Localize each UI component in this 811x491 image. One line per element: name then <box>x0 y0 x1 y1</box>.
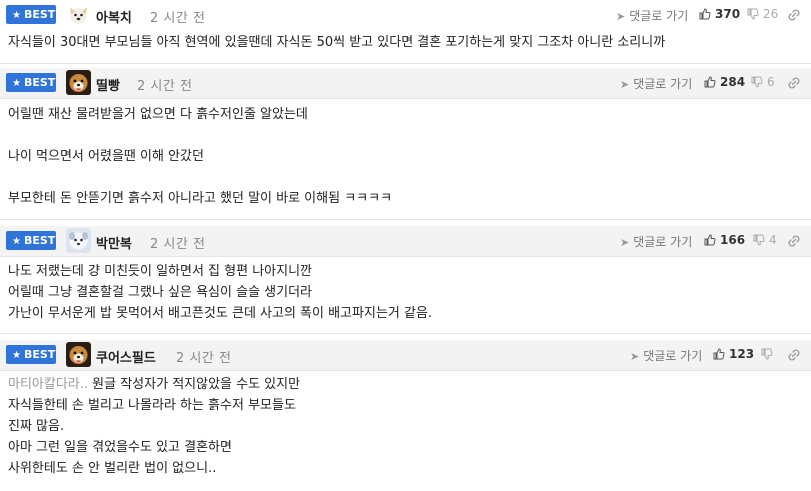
timestamp: 2 시간 전 <box>150 237 206 252</box>
timestamp: 2 시간 전 <box>150 11 206 26</box>
nickname[interactable]: 띨빵 <box>96 75 120 94</box>
link-icon[interactable] <box>787 8 801 22</box>
comment-header: ★ BEST 아복치 2 시간 전 ➤ 댓글로 가기 370 26 <box>0 0 811 30</box>
thumbs-up-icon <box>704 76 716 88</box>
dislike-button[interactable] <box>761 347 777 361</box>
comment-body: 자식들이 30대면 부모님들 아직 현역에 있을땐데 자식돈 50씩 받고 있다… <box>8 35 666 50</box>
comment-body: 마티아칼다라.. 원글 작성자가 적지않았을 수도 있지만 자식들한테 손 벌리… <box>8 374 300 479</box>
reply-link[interactable]: ➤ 댓글로 가기 <box>620 233 692 250</box>
send-arrow-icon: ➤ <box>630 350 640 363</box>
send-arrow-icon: ➤ <box>620 78 630 91</box>
like-button[interactable]: 166 <box>704 233 745 247</box>
star-icon: ★ <box>12 10 21 21</box>
comment-body: 나도 저랬는데 걍 미친듯이 일하면서 집 형편 나아지니깐 어릴때 그냥 결혼… <box>8 264 433 321</box>
like-button[interactable]: 370 <box>699 7 740 21</box>
nickname[interactable]: 아복치 <box>96 7 132 26</box>
comment-header: ★ BEST 쿠어스필드 2 시간 전 ➤ 댓글로 가기 123 <box>0 340 811 371</box>
timestamp: 2 시간 전 <box>176 351 232 366</box>
like-button[interactable]: 123 <box>713 347 754 361</box>
nickname[interactable]: 박만복 <box>96 233 132 252</box>
avatar[interactable] <box>66 342 91 367</box>
star-icon: ★ <box>12 350 21 361</box>
comment-line: 마티아칼다라.. 원글 작성자가 적지않았을 수도 있지만 <box>8 377 301 392</box>
best-badge: ★ BEST <box>6 231 56 250</box>
like-button[interactable]: 284 <box>704 75 745 89</box>
dislike-button[interactable]: 26 <box>747 7 778 21</box>
best-badge: ★ BEST <box>6 73 56 92</box>
link-icon[interactable] <box>787 234 801 248</box>
dislike-button[interactable]: 6 <box>751 75 775 89</box>
thumbs-down-icon <box>753 234 765 246</box>
comment-header: ★ BEST 띨빵 2 시간 전 ➤ 댓글로 가기 284 6 <box>0 68 811 99</box>
comment-item: ★ BEST 띨빵 2 시간 전 ➤ 댓글로 가기 284 6 어릴땐 재산 물… <box>0 68 811 220</box>
thumbs-up-icon <box>713 348 725 360</box>
dog-avatar-icon <box>66 70 91 95</box>
reply-target-nickname[interactable]: 마티아칼다라.. <box>8 377 88 392</box>
comment-item: ★ BEST 박만복 2 시간 전 ➤ 댓글로 가기 166 4 나도 저랬는데… <box>0 226 811 334</box>
avatar[interactable] <box>66 2 91 27</box>
thumbs-down-icon <box>761 348 773 360</box>
thumbs-up-icon <box>704 234 716 246</box>
reply-link[interactable]: ➤ 댓글로 가기 <box>616 7 688 24</box>
link-icon[interactable] <box>787 76 801 90</box>
reply-link[interactable]: ➤ 댓글로 가기 <box>630 347 702 364</box>
star-icon: ★ <box>12 78 21 89</box>
comment-item: ★ BEST 쿠어스필드 2 시간 전 ➤ 댓글로 가기 123 마티아칼다라.… <box>0 340 811 491</box>
send-arrow-icon: ➤ <box>620 236 630 249</box>
dog-avatar-icon <box>66 342 91 367</box>
avatar[interactable] <box>66 228 91 253</box>
best-badge: ★ BEST <box>6 345 56 364</box>
thumbs-up-icon <box>699 8 711 20</box>
reply-link[interactable]: ➤ 댓글로 가기 <box>620 75 692 92</box>
dog-avatar-icon <box>66 228 91 253</box>
avatar[interactable] <box>66 70 91 95</box>
thumbs-down-icon <box>747 8 759 20</box>
nickname[interactable]: 쿠어스필드 <box>96 347 156 366</box>
link-icon[interactable] <box>787 348 801 362</box>
comment-list: ★ BEST 아복치 2 시간 전 ➤ 댓글로 가기 370 26 자식들이 3… <box>0 0 811 491</box>
timestamp: 2 시간 전 <box>137 79 193 94</box>
dislike-button[interactable]: 4 <box>753 233 777 247</box>
star-icon: ★ <box>12 236 21 247</box>
comment-item: ★ BEST 아복치 2 시간 전 ➤ 댓글로 가기 370 26 자식들이 3… <box>0 0 811 64</box>
comment-body: 어릴땐 재산 물려받을거 없으면 다 흙수저인줄 알았는데 나이 먹으면서 어렸… <box>8 107 393 206</box>
comment-header: ★ BEST 박만복 2 시간 전 ➤ 댓글로 가기 166 4 <box>0 226 811 257</box>
best-badge: ★ BEST <box>6 5 56 24</box>
thumbs-down-icon <box>751 76 763 88</box>
send-arrow-icon: ➤ <box>616 10 626 23</box>
dog-avatar-icon <box>66 2 91 27</box>
